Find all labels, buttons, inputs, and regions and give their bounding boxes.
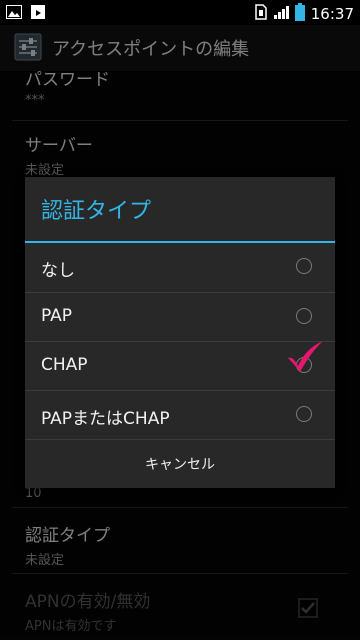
radio-button[interactable]: [296, 406, 312, 422]
option-label: CHAP: [41, 355, 88, 375]
status-time: 16:37: [310, 5, 354, 23]
dialog-title: 認証タイプ: [41, 199, 152, 224]
option-label: PAPまたはCHAP: [41, 409, 170, 429]
sim-icon: [255, 4, 267, 24]
cancel-button[interactable]: キャンセル: [25, 439, 335, 488]
option-label: なし: [41, 261, 75, 281]
image-icon: [6, 4, 22, 24]
radio-button[interactable]: [296, 258, 312, 274]
option-pap[interactable]: PAP: [25, 293, 335, 341]
download-icon: [30, 4, 46, 24]
cancel-label: キャンセル: [145, 457, 215, 473]
battery-icon: [294, 3, 305, 25]
checkmark-icon: [284, 338, 326, 378]
auth-type-dialog: 認証タイプ なし PAP CHAP PAPまたはCHAP キャンセル: [25, 177, 335, 488]
signal-icon: [273, 4, 289, 24]
radio-button[interactable]: [296, 308, 312, 324]
status-bar: 16:37: [0, 0, 360, 25]
option-pap-or-chap[interactable]: PAPまたはCHAP: [25, 391, 335, 439]
option-none[interactable]: なし: [25, 243, 335, 291]
option-label: PAP: [41, 306, 73, 326]
